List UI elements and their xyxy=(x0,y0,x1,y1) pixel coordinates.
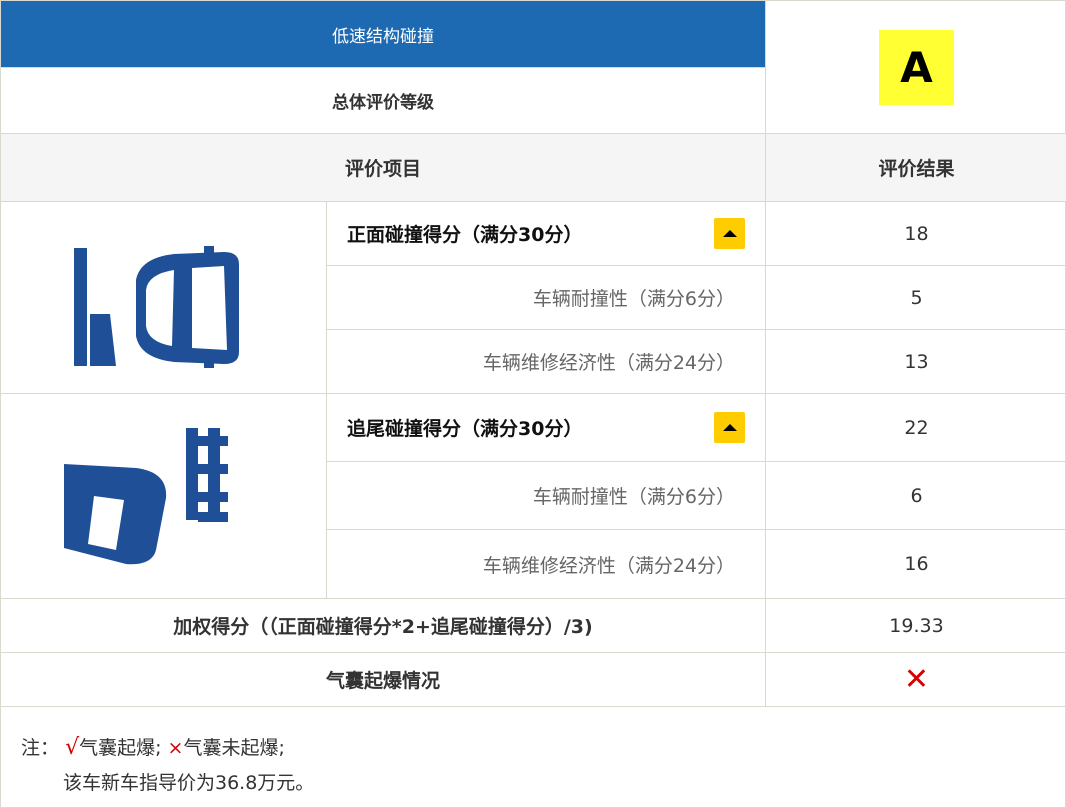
rating-table: 低速结构碰撞 总体评价等级 A 评价项目 评价结果 正面碰撞得分（满分30分） xyxy=(0,0,1066,808)
grade-badge: A xyxy=(879,29,954,105)
front-repair-economy-value: 13 xyxy=(766,330,1066,394)
rear-expand-toggle[interactable] xyxy=(714,412,745,443)
column-header-item: 评价项目 xyxy=(1,134,766,202)
section-title-text: 低速结构碰撞 xyxy=(332,26,434,47)
footnote: 注： √气囊起爆; ×气囊未起爆; 该车新车指导价为36.8万元。 xyxy=(1,706,1066,808)
column-header-item-text: 评价项目 xyxy=(344,158,421,180)
airbag-label-text: 气囊起爆情况 xyxy=(325,670,440,692)
airbag-result: ✕ xyxy=(766,653,1066,707)
column-header-result: 评价结果 xyxy=(766,134,1066,202)
rear-crashworthiness-label: 车辆耐撞性（满分6分） xyxy=(327,462,766,530)
weighted-score-label: 加权得分（（正面碰撞得分*2+追尾碰撞得分）/3) xyxy=(1,599,766,653)
rear-crash-car-icon xyxy=(63,428,228,565)
section-title: 低速结构碰撞 xyxy=(1,1,766,68)
overall-rating-text: 总体评价等级 xyxy=(332,93,434,113)
rear-repair-economy-text: 车辆维修经济性（满分24分） xyxy=(482,554,735,577)
airbag-label: 气囊起爆情况 xyxy=(1,653,766,707)
caret-up-icon xyxy=(722,424,737,431)
cross-icon: ✕ xyxy=(903,662,930,697)
rear-crash-score-text: 22 xyxy=(904,416,929,439)
check-icon: √ xyxy=(65,735,80,760)
weighted-score-text: 加权得分（（正面碰撞得分*2+追尾碰撞得分）/3) xyxy=(173,616,593,638)
caret-up-icon xyxy=(722,230,737,237)
rear-repair-economy-value: 16 xyxy=(766,530,1066,599)
front-crashworthiness-value: 5 xyxy=(766,266,1066,330)
front-repair-economy-text: 车辆维修经济性（满分24分） xyxy=(482,352,735,374)
footnote-legend: 注： √气囊起爆; ×气囊未起爆; xyxy=(21,730,1066,766)
rear-crash-score: 22 xyxy=(766,394,1066,462)
rear-crash-icon-cell xyxy=(1,394,327,599)
rear-repair-economy-label: 车辆维修经济性（满分24分） xyxy=(327,530,766,599)
front-repair-economy-label: 车辆维修经济性（满分24分） xyxy=(327,330,766,394)
rear-crash-title-text: 追尾碰撞得分（满分30分） xyxy=(347,418,583,440)
rear-crashworthiness-value-text: 6 xyxy=(910,484,923,507)
footnote-prefix: 注： xyxy=(21,737,60,759)
footnote-price: 该车新车指导价为36.8万元。 xyxy=(63,772,315,794)
front-expand-toggle[interactable] xyxy=(714,218,745,249)
front-crash-score: 18 xyxy=(766,202,1066,266)
footnote-check-text: 气囊起爆; xyxy=(79,737,162,759)
front-crash-title-text: 正面碰撞得分（满分30分） xyxy=(347,224,583,246)
front-crash-car-icon xyxy=(73,245,239,368)
rear-repair-economy-value-text: 16 xyxy=(904,553,929,575)
cross-icon: × xyxy=(167,737,184,759)
front-repair-economy-value-text: 13 xyxy=(904,350,929,373)
weighted-score-value: 19.33 xyxy=(766,599,1066,653)
front-crashworthiness-value-text: 5 xyxy=(910,286,923,309)
weighted-score-value-text: 19.33 xyxy=(889,614,944,637)
rear-crashworthiness-text: 车辆耐撞性（满分6分） xyxy=(532,486,735,508)
front-crash-score-text: 18 xyxy=(904,222,929,245)
column-header-result-text: 评价结果 xyxy=(878,158,955,180)
footnote-cross-text: 气囊未起爆; xyxy=(183,737,285,759)
rear-crash-title: 追尾碰撞得分（满分30分） xyxy=(327,394,766,462)
overall-rating-label: 总体评价等级 xyxy=(1,68,766,134)
front-crash-icon-cell xyxy=(1,202,327,394)
front-crashworthiness-label: 车辆耐撞性（满分6分） xyxy=(327,266,766,330)
rear-crashworthiness-value: 6 xyxy=(766,462,1066,530)
front-crashworthiness-text: 车辆耐撞性（满分6分） xyxy=(532,288,735,310)
overall-grade-cell: A xyxy=(766,1,1066,134)
front-crash-title: 正面碰撞得分（满分30分） xyxy=(327,202,766,266)
